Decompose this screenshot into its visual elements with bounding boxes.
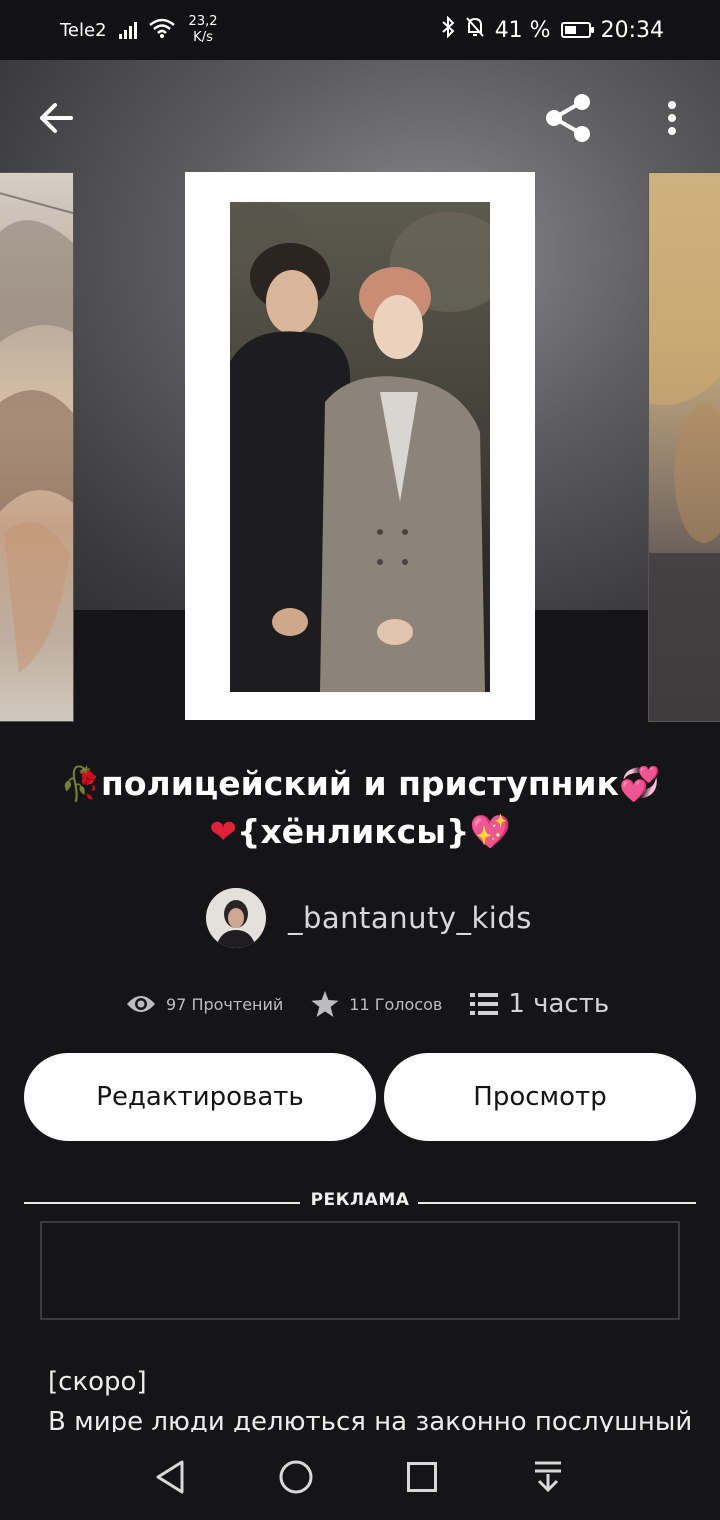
more-options-button[interactable] — [652, 90, 692, 146]
arrow-left-icon — [40, 103, 73, 133]
votes-stat: 11 Голосов — [311, 991, 442, 1017]
red-heart-icon: ❤ — [209, 812, 237, 851]
author-avatar[interactable] — [206, 888, 266, 948]
back-button[interactable] — [28, 90, 84, 146]
carrier-label: Tele2 — [60, 19, 107, 41]
star-icon — [311, 991, 339, 1017]
nav-recents-button[interactable] — [397, 1452, 447, 1502]
title-line-1: полицейский и приступник — [101, 764, 619, 803]
reads-count: 97 Прочтений — [166, 994, 284, 1014]
view-button[interactable]: Просмотр — [384, 1053, 696, 1141]
status-bar: Tele2 23,2 K/s 41 % 20:34 — [0, 0, 720, 60]
eye-icon — [127, 996, 155, 1012]
nav-home-button[interactable] — [271, 1452, 321, 1502]
two-people-photo — [230, 202, 490, 692]
revolving-hearts-icon: 💞 — [618, 764, 661, 803]
next-story-cover[interactable] — [648, 172, 720, 722]
ad-divider-left — [24, 1202, 300, 1204]
ad-banner[interactable] — [40, 1221, 680, 1320]
wilted-rose-icon: 🥀 — [59, 764, 102, 803]
anime-cover-art — [0, 192, 73, 673]
author-name[interactable]: _bantanuty_kids — [288, 901, 532, 935]
story-title: 🥀полицейский и приступник💞 ❤{хёнликсы}💖 — [40, 760, 680, 856]
story-cover[interactable] — [185, 172, 535, 720]
story-description: [скоро] В мире люди делються на законно … — [48, 1362, 698, 1442]
share-button[interactable] — [538, 88, 598, 148]
triangle-back-icon — [156, 1460, 184, 1494]
edit-button[interactable]: Редактировать — [24, 1053, 376, 1141]
signal-icon — [118, 21, 137, 39]
parts-count[interactable]: 1 часть — [508, 989, 609, 1019]
avatar-image — [206, 888, 266, 948]
votes-count: 11 Голосов — [349, 994, 443, 1014]
title-line-2: {хёнликсы} — [237, 812, 470, 851]
more-vertical-icon — [668, 101, 676, 135]
author-row[interactable]: _bantanuty_kids — [206, 888, 532, 948]
parts-stat[interactable]: 1 часть — [470, 989, 609, 1019]
previous-story-cover[interactable] — [0, 172, 74, 722]
sparkling-heart-icon: 💖 — [469, 812, 511, 851]
speed-value: 23,2 — [188, 14, 218, 29]
share-icon — [546, 94, 590, 142]
wifi-icon — [148, 18, 175, 43]
network-speed: 23,2 K/s — [189, 14, 218, 46]
list-icon — [470, 993, 499, 1015]
battery-percent: 41 % — [494, 17, 551, 43]
square-recents-icon — [407, 1462, 437, 1492]
clock: 20:34 — [600, 17, 664, 43]
reads-stat: 97 Прочтений — [126, 994, 283, 1014]
battery-icon — [560, 22, 594, 38]
photo-cover-art — [649, 173, 720, 721]
bluetooth-icon — [441, 15, 455, 44]
description-line-1: [скоро] — [48, 1367, 147, 1397]
mute-bell-icon — [465, 16, 485, 44]
pull-down-icon — [535, 1461, 561, 1493]
story-stats: 97 Прочтений 11 Голосов 1 часть — [126, 982, 609, 1026]
ad-divider-right — [418, 1202, 696, 1204]
speed-unit: K/s — [193, 30, 213, 45]
nav-back-button[interactable] — [145, 1452, 195, 1502]
nav-notifications-button[interactable] — [523, 1452, 573, 1502]
circle-home-icon — [279, 1460, 313, 1494]
system-navigation-bar — [0, 1432, 720, 1520]
cover-photo — [230, 202, 490, 692]
ad-label: РЕКЛАМА — [310, 1190, 410, 1210]
